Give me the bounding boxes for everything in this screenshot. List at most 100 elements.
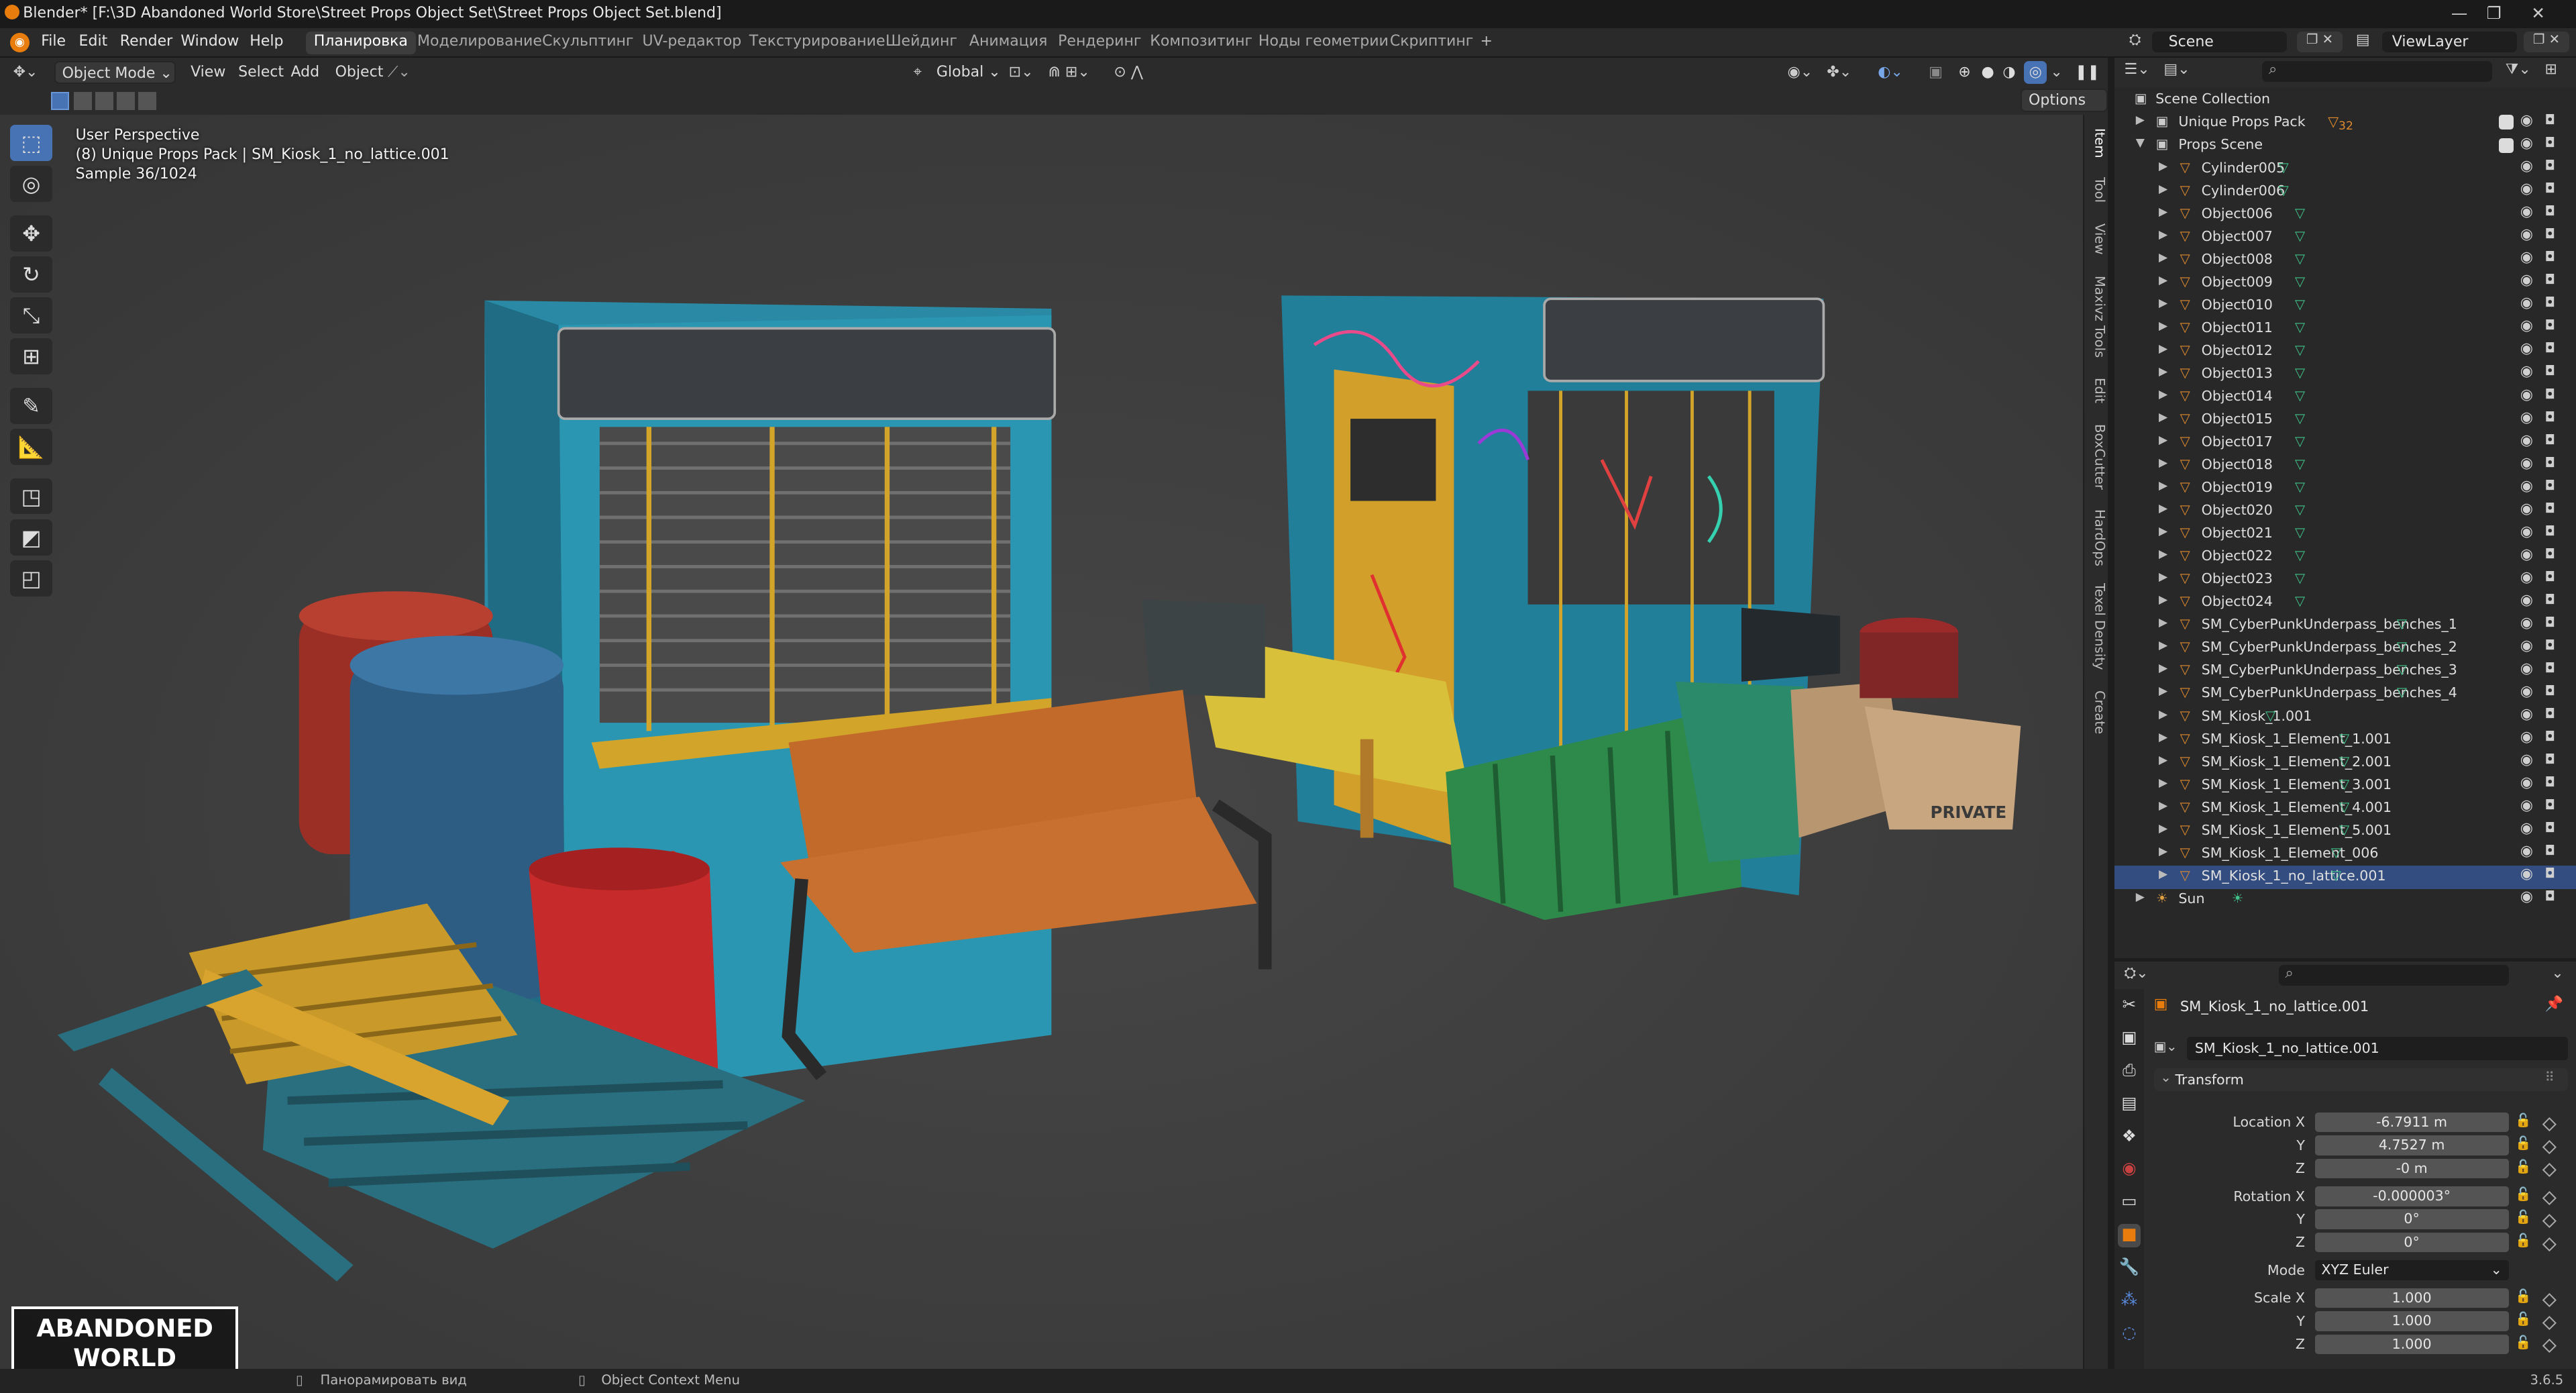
expand-arrow-icon[interactable]: ▶ [2159, 845, 2167, 858]
camera-icon[interactable]: ◘ [2544, 409, 2555, 425]
mesh-data-icon[interactable]: ▽ [2292, 228, 2308, 246]
camera-icon[interactable]: ◘ [2544, 112, 2555, 127]
mesh-data-icon[interactable]: ▽ [2292, 548, 2308, 566]
keyframe-icon[interactable] [2542, 1292, 2557, 1307]
eye-icon[interactable]: ◉ [2520, 203, 2533, 220]
move-tool-icon[interactable]: ✥ [9, 215, 53, 252]
eye-icon[interactable]: ◉ [2520, 546, 2533, 563]
eye-icon[interactable]: ◉ [2520, 249, 2533, 266]
camera-icon[interactable]: ◘ [2544, 706, 2555, 721]
mesh-data-icon[interactable]: ▽ [2394, 662, 2410, 680]
material-shading-icon[interactable]: ◑ [2002, 61, 2015, 84]
transform-tool-icon[interactable]: ⊞ [9, 338, 53, 375]
camera-icon[interactable]: ◘ [2544, 158, 2555, 173]
physics-tab-icon[interactable]: ◌ [2118, 1323, 2141, 1345]
outliner-row-object[interactable]: ▶ ▽ Object021 ▽ ◉ ◘ [2114, 523, 2576, 546]
camera-icon[interactable]: ◘ [2544, 501, 2555, 516]
camera-icon[interactable]: ◘ [2544, 729, 2555, 744]
camera-icon[interactable]: ◘ [2544, 272, 2555, 287]
camera-icon[interactable]: ◘ [2544, 569, 2555, 584]
lock-icon[interactable]: 🔓 [2515, 1311, 2531, 1327]
eye-icon[interactable]: ◉ [2520, 866, 2533, 882]
eye-icon[interactable]: ◉ [2520, 340, 2533, 357]
new-view-layer-icon[interactable]: ❐ ✕ [2523, 31, 2570, 53]
mesh-data-icon[interactable]: ▽ [2394, 684, 2410, 703]
expand-arrow-icon[interactable]: ▶ [2159, 799, 2167, 813]
expand-arrow-icon[interactable]: ▶ [2159, 708, 2167, 721]
expand-arrow-icon[interactable]: ▶ [2136, 113, 2145, 127]
outliner-row-object[interactable]: ▶ ▽ SM_Kiosk_1_Element_5.001 ▽ ◉ ◘ [2114, 820, 2576, 843]
keyframe-icon[interactable] [2542, 1214, 2557, 1228]
expand-arrow-icon[interactable]: ▶ [2159, 411, 2167, 424]
tab-animation[interactable]: Анимация [961, 32, 1056, 54]
render-tab-icon[interactable]: ▣ [2118, 1027, 2141, 1050]
outliner-row-object[interactable]: ▶ ▽ SM_Kiosk_1.001 ▽ ◉ ◘ [2114, 706, 2576, 729]
mesh-data-icon[interactable]: ▽ [2336, 776, 2352, 794]
outliner-row-object[interactable]: ▶ ▽ SM_Kiosk_1_Element_006 ▽ ◉ ◘ [2114, 843, 2576, 866]
mesh-data-icon[interactable]: ▽ [2292, 365, 2308, 383]
menu-object[interactable]: Object [335, 61, 384, 84]
tab-geometry-nodes[interactable]: Ноды геометрии [1250, 32, 1397, 54]
expand-arrow-icon[interactable]: ▶ [2159, 251, 2167, 264]
camera-icon[interactable]: ◘ [2544, 478, 2555, 493]
gizmo-toggle-icon[interactable]: ✤⌄ [1827, 61, 1851, 84]
lock-icon[interactable]: 🔓 [2515, 1186, 2531, 1202]
camera-icon[interactable]: ◘ [2544, 615, 2555, 630]
mode-selector[interactable]: Object Mode ⌄ [54, 60, 176, 84]
outliner-row-object[interactable]: ▶ ▽ Object007 ▽ ◉ ◘ [2114, 226, 2576, 249]
expand-arrow-icon[interactable]: ▶ [2159, 502, 2167, 515]
outliner-row-object[interactable]: ▶ ▽ Object008 ▽ ◉ ◘ [2114, 249, 2576, 272]
cursor-tool-icon[interactable]: ◎ [9, 166, 53, 203]
outliner-row-object[interactable]: ▶ ▽ Object022 ▽ ◉ ◘ [2114, 546, 2576, 569]
outliner-row-object[interactable]: ▶ ▽ Object019 ▽ ◉ ◘ [2114, 478, 2576, 501]
select-subtract-icon[interactable] [95, 92, 113, 111]
scene-icon[interactable]: ⛭ [2129, 32, 2141, 48]
location-y-field[interactable]: 4.7527 m [2314, 1135, 2509, 1155]
eye-icon[interactable]: ◉ [2520, 637, 2533, 654]
collapse-arrow-icon[interactable]: ▼ [2136, 136, 2145, 150]
blender-menu-icon[interactable]: ◉ [9, 32, 30, 53]
tab-sculpting[interactable]: Скульптинг [534, 32, 642, 54]
camera-icon[interactable]: ◘ [2544, 455, 2555, 470]
pin-icon[interactable]: 📌 [2544, 996, 2563, 1013]
outliner-row-object[interactable]: ▶ ▽ SM_Kiosk_1_Element_2.001 ▽ ◉ ◘ [2114, 752, 2576, 774]
tab-edit[interactable]: Edit [2086, 378, 2108, 403]
camera-icon[interactable]: ◘ [2544, 203, 2555, 219]
eye-icon[interactable]: ◉ [2520, 523, 2533, 540]
menu-file[interactable]: File [41, 33, 66, 50]
outliner-row-object[interactable]: ▶ ▽ SM_Kiosk_1_Element_1.001 ▽ ◉ ◘ [2114, 729, 2576, 752]
mesh-data-icon[interactable]: ▽ [2262, 708, 2278, 726]
mesh-data-icon[interactable]: ▽ [2275, 183, 2292, 201]
lock-icon[interactable]: 🔓 [2515, 1288, 2531, 1304]
outliner-row-collection[interactable]: ▼ ▣ Props Scene ◉ ◘ [2114, 135, 2576, 158]
add-workspace-icon[interactable]: + [1472, 32, 1501, 54]
select-intersect-icon[interactable] [138, 92, 156, 111]
mesh-data-icon[interactable]: ▽ [2292, 342, 2308, 360]
properties-search-input[interactable]: ⌕ [2278, 964, 2509, 986]
keyframe-icon[interactable] [2542, 1190, 2557, 1205]
outliner-search-input[interactable]: ⌕ [2262, 60, 2493, 83]
tab-boxcutter[interactable]: BoxCutter [2086, 424, 2108, 490]
eye-icon[interactable]: ◉ [2520, 615, 2533, 631]
outliner-row-collection[interactable]: ▶ ▣ Unique Props Pack ▽32 ◉ ◘ [2114, 112, 2576, 135]
outliner-editor-icon[interactable]: ☰⌄ [2125, 61, 2150, 78]
tab-modeling[interactable]: Моделирование [409, 32, 550, 54]
camera-icon[interactable]: ◘ [2544, 432, 2555, 448]
tab-layout[interactable]: Планировка [305, 31, 417, 54]
options-dropdown[interactable]: Options ⌄ [2021, 89, 2108, 130]
mesh-data-icon[interactable]: ▽ [2292, 433, 2308, 452]
boxcutter-tool-icon[interactable]: ◩ [9, 519, 53, 556]
camera-icon[interactable]: ◘ [2544, 135, 2555, 150]
world-tab-icon[interactable]: ◉ [2118, 1158, 2141, 1181]
outliner-row-object[interactable]: ▶ ▽ Object015 ▽ ◉ ◘ [2114, 409, 2576, 432]
object-name-field[interactable]: SM_Kiosk_1_no_lattice.001 [2186, 1037, 2568, 1060]
menu-view[interactable]: View [191, 61, 225, 84]
eye-icon[interactable]: ◉ [2520, 478, 2533, 495]
expand-arrow-icon[interactable]: ▶ [2159, 525, 2167, 538]
select-box-tool-icon[interactable]: ⬚ [9, 125, 53, 161]
eye-icon[interactable]: ◉ [2520, 729, 2533, 745]
mesh-data-icon[interactable]: ▽ [2292, 456, 2308, 474]
outliner-row-object[interactable]: ▶ ▽ Object017 ▽ ◉ ◘ [2114, 432, 2576, 455]
output-tab-icon[interactable]: ⎙ [2118, 1060, 2141, 1083]
camera-icon[interactable]: ◘ [2544, 797, 2555, 813]
